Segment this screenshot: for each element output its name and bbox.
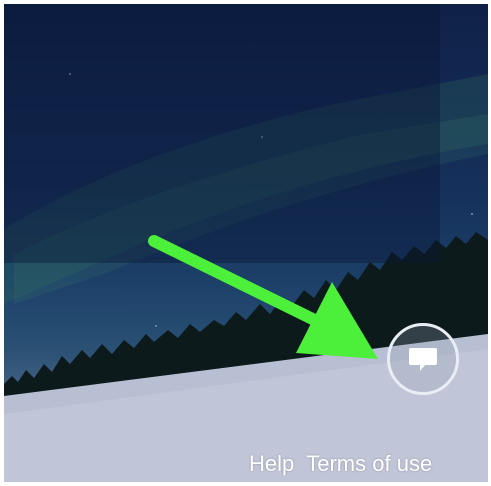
footer-links: Help Terms of use <box>249 450 432 478</box>
login-background: Help Terms of use <box>4 4 488 482</box>
dark-overlay-panel <box>4 4 440 263</box>
help-link[interactable]: Help <box>249 450 294 478</box>
terms-of-use-link[interactable]: Terms of use <box>306 450 432 478</box>
speech-bubble-icon <box>409 348 437 371</box>
feedback-button[interactable] <box>387 323 459 395</box>
